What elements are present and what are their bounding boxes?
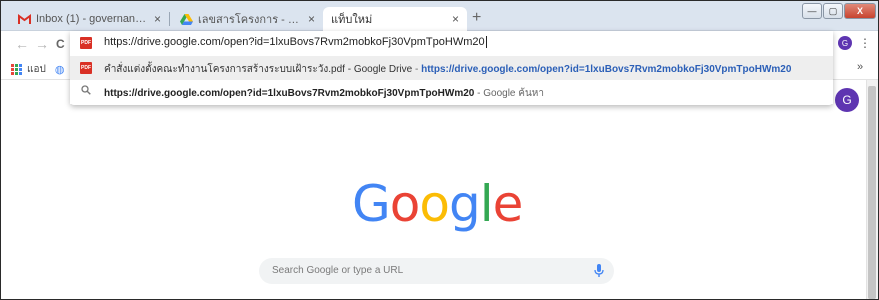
- omnibox-dropdown: PDF https://drive.google.com/open?id=1lx…: [70, 31, 833, 105]
- suggestion-text: https://drive.google.com/open?id=1lxuBov…: [104, 88, 544, 99]
- suggestion-search[interactable]: https://drive.google.com/open?id=1lxuBov…: [70, 80, 833, 104]
- text-caret: [485, 36, 487, 49]
- pdf-icon: PDF: [80, 62, 92, 74]
- tab-close-icon[interactable]: ×: [308, 12, 315, 26]
- logo-letter: o: [389, 175, 421, 233]
- apps-label: แอป: [27, 64, 46, 75]
- google-logo: Google: [352, 174, 524, 234]
- search-icon: [81, 85, 91, 98]
- tab-title: Inbox (1) - governance.pacc@gm: [36, 13, 148, 25]
- tab-google-drive[interactable]: เลขสารโครงการ - Google Drive ×: [171, 7, 323, 31]
- apps-shortcut[interactable]: แอป ◍: [11, 62, 64, 77]
- tab-close-icon[interactable]: ×: [154, 12, 161, 26]
- reload-button[interactable]: C: [56, 36, 65, 52]
- tab-separator: [169, 12, 170, 26]
- apps-grid-icon: [11, 64, 22, 75]
- tab-new-tab[interactable]: แท็บใหม่ ×: [323, 7, 467, 31]
- new-tab-button[interactable]: +: [472, 10, 481, 26]
- bookmarks-overflow-icon[interactable]: »: [857, 61, 863, 73]
- forward-button[interactable]: →: [35, 36, 49, 52]
- browser-window: Inbox (1) - governance.pacc@gm × เลขสารโ…: [0, 0, 879, 300]
- address-bar[interactable]: PDF https://drive.google.com/open?id=1lx…: [70, 31, 833, 54]
- profile-avatar-small[interactable]: G: [838, 36, 852, 50]
- maximize-button[interactable]: ▢: [823, 3, 843, 19]
- suggestion-drive-file[interactable]: PDF คำสั่งแต่งตั้งคณะทำงานโครงการสร้างระ…: [70, 56, 833, 80]
- address-input[interactable]: https://drive.google.com/open?id=1lxuBov…: [104, 36, 487, 49]
- gmail-icon: [17, 12, 31, 26]
- logo-letter: g: [448, 175, 481, 233]
- tab-title: แท็บใหม่: [331, 14, 373, 26]
- tab-gmail[interactable]: Inbox (1) - governance.pacc@gm ×: [9, 7, 169, 31]
- tab-title: เลขสารโครงการ - Google Drive: [198, 14, 302, 26]
- close-window-button[interactable]: X: [844, 3, 876, 19]
- tab-close-icon[interactable]: ×: [452, 12, 459, 26]
- bookmark-favicon-icon[interactable]: ◍: [55, 63, 65, 76]
- search-placeholder: Search Google or type a URL: [272, 265, 404, 276]
- logo-letter: l: [479, 175, 494, 233]
- logo-letter: o: [419, 175, 450, 233]
- microphone-icon[interactable]: [594, 264, 604, 278]
- profile-avatar[interactable]: G: [835, 88, 859, 112]
- suggestion-text: คำสั่งแต่งตั้งคณะทำงานโครงการสร้างระบบเฝ…: [104, 64, 792, 75]
- google-search-box[interactable]: Search Google or type a URL: [259, 258, 614, 284]
- tab-strip: Inbox (1) - governance.pacc@gm × เลขสารโ…: [1, 1, 878, 31]
- back-button[interactable]: ←: [15, 36, 29, 52]
- logo-letter: G: [352, 175, 391, 233]
- logo-letter: e: [492, 175, 524, 233]
- browser-menu-icon[interactable]: ⋮: [859, 36, 871, 50]
- drive-icon: [179, 12, 193, 26]
- minimize-button[interactable]: —: [802, 3, 822, 19]
- pdf-icon: PDF: [80, 37, 92, 49]
- scrollbar-thumb[interactable]: [868, 86, 876, 299]
